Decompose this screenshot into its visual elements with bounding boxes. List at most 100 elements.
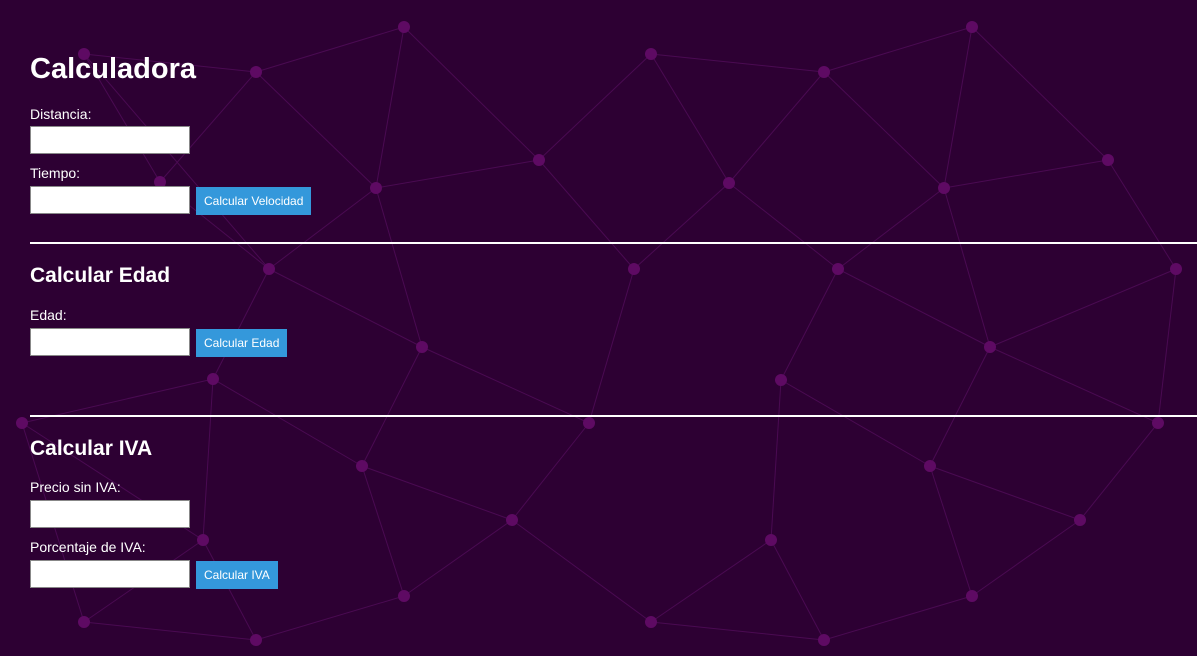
network-node — [370, 182, 382, 194]
network-node — [984, 341, 996, 353]
calcular-velocidad-button[interactable]: Calcular Velocidad — [196, 187, 312, 215]
network-edge — [538, 159, 635, 270]
calcular-iva-button[interactable]: Calcular IVA — [196, 561, 278, 589]
network-edge — [83, 53, 270, 270]
network-edge — [943, 26, 973, 189]
network-node — [263, 263, 275, 275]
tiempo-label: Tiempo: — [30, 165, 81, 181]
network-edge — [943, 187, 991, 348]
network-edge — [268, 268, 423, 348]
network-edge — [361, 465, 405, 597]
precio-sin-iva-input[interactable] — [30, 500, 190, 528]
network-edge — [989, 346, 1159, 424]
network-edge — [538, 53, 652, 161]
network-edge — [770, 379, 782, 541]
page-title: Calculadora — [30, 53, 196, 85]
network-edge — [403, 519, 513, 597]
network-edge — [212, 268, 270, 380]
network-node — [924, 460, 936, 472]
network-node — [645, 616, 657, 628]
network-node — [818, 634, 830, 646]
network-edge — [1157, 268, 1177, 424]
network-edge — [375, 187, 423, 348]
network-node — [628, 263, 640, 275]
network-edge — [971, 26, 1109, 161]
network-edge — [202, 378, 214, 541]
network-edge — [650, 621, 825, 641]
network-edge — [1079, 422, 1159, 521]
network-edge — [421, 346, 590, 424]
porcentaje-iva-input[interactable] — [30, 560, 190, 588]
section-divider — [30, 415, 1197, 417]
network-node — [1074, 514, 1086, 526]
network-edge — [728, 71, 825, 184]
network-edge — [650, 539, 772, 623]
tiempo-input[interactable] — [30, 186, 190, 214]
network-node — [207, 373, 219, 385]
network-node — [1170, 263, 1182, 275]
network-node — [765, 534, 777, 546]
network-node — [356, 460, 368, 472]
network-node — [645, 48, 657, 60]
edad-input[interactable] — [30, 328, 190, 356]
network-edge — [83, 621, 257, 641]
network-node — [250, 634, 262, 646]
network-edge — [511, 519, 652, 623]
network-edge — [780, 268, 839, 381]
network-edge — [403, 26, 540, 161]
network-edge — [361, 465, 513, 521]
network-edge — [823, 595, 973, 641]
network-edge — [929, 465, 1081, 521]
network-edge — [971, 519, 1081, 597]
edad-section-title: Calcular Edad — [30, 264, 171, 287]
network-edge — [1107, 159, 1177, 270]
network-edge — [823, 26, 973, 73]
network-node — [250, 66, 262, 78]
network-edge — [837, 187, 945, 270]
network-node — [78, 616, 90, 628]
network-node — [416, 341, 428, 353]
section-divider — [30, 242, 1197, 244]
network-edge — [650, 53, 825, 73]
network-node — [938, 182, 950, 194]
network-node — [533, 154, 545, 166]
distancia-label: Distancia: — [30, 106, 92, 122]
network-node — [506, 514, 518, 526]
network-edge — [633, 182, 730, 270]
calcular-edad-button[interactable]: Calcular Edad — [196, 329, 288, 357]
network-edge — [823, 71, 945, 189]
network-edge — [375, 159, 540, 189]
network-edge — [780, 379, 931, 467]
iva-section-title: Calcular IVA — [30, 437, 153, 460]
network-edge — [361, 346, 423, 467]
network-node — [398, 590, 410, 602]
network-node — [197, 534, 209, 546]
network-node — [583, 417, 595, 429]
network-edge — [929, 465, 973, 597]
network-edge — [650, 53, 730, 184]
porcentaje-iva-label: Porcentaje de IVA: — [30, 539, 146, 555]
network-node — [818, 66, 830, 78]
network-edge — [588, 268, 635, 424]
network-node — [723, 177, 735, 189]
network-node — [966, 21, 978, 33]
edad-label: Edad: — [30, 307, 67, 323]
network-edge — [255, 71, 377, 189]
network-node — [1152, 417, 1164, 429]
network-edge — [728, 182, 839, 270]
network-edge — [837, 268, 991, 348]
network-edge — [202, 539, 257, 641]
network-node — [398, 21, 410, 33]
precio-sin-iva-label: Precio sin IVA: — [30, 479, 121, 495]
network-node — [16, 417, 28, 429]
network-edge — [511, 422, 590, 521]
network-edge — [929, 346, 991, 467]
network-edge — [255, 595, 405, 641]
network-node — [832, 263, 844, 275]
network-edge — [375, 26, 405, 189]
distancia-input[interactable] — [30, 126, 190, 154]
network-edge — [989, 268, 1177, 348]
network-node — [775, 374, 787, 386]
network-edge — [943, 159, 1109, 189]
network-edge — [770, 539, 825, 641]
